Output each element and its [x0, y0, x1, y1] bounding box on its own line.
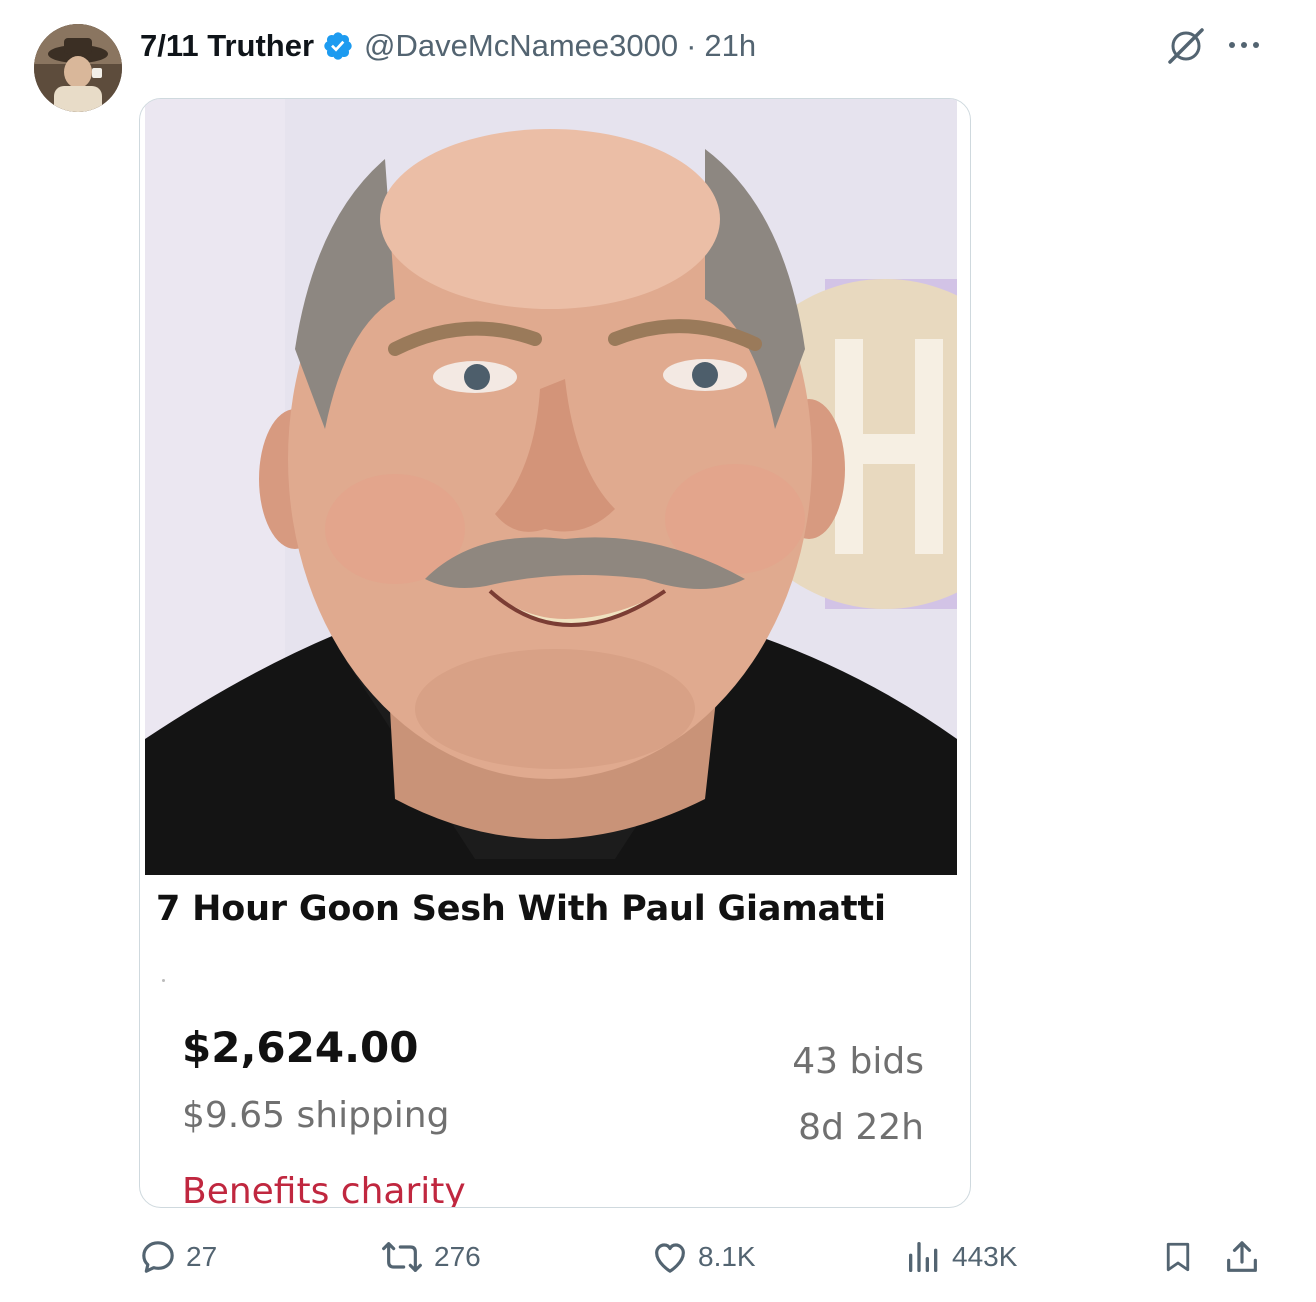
bookmark-icon: [1160, 1237, 1196, 1277]
share-icon: [1222, 1237, 1262, 1277]
listing-price: $2,624.00: [182, 1023, 419, 1072]
listing-title: 7 Hour Goon Sesh With Paul Giamatti: [156, 889, 886, 929]
more-options-icon[interactable]: [1224, 30, 1264, 60]
views-button[interactable]: 443K: [904, 1232, 1017, 1282]
views-count: 443K: [952, 1241, 1018, 1272]
reply-count: 27: [186, 1241, 218, 1272]
listing-photo: [145, 99, 957, 875]
repost-button[interactable]: 276: [378, 1232, 481, 1282]
reply-icon: [138, 1237, 178, 1277]
post-timestamp[interactable]: 21h: [704, 28, 756, 64]
author-handle[interactable]: @DaveMcNamee3000: [364, 28, 678, 64]
share-button[interactable]: [1222, 1232, 1262, 1282]
author-avatar[interactable]: [34, 24, 122, 112]
decorative-dot: [162, 979, 165, 982]
like-button[interactable]: 8.1K: [650, 1232, 756, 1282]
like-count: 8.1K: [698, 1241, 756, 1272]
like-icon: [650, 1237, 690, 1277]
views-icon: [904, 1237, 944, 1277]
listing-bids: 43 bids: [792, 1041, 924, 1082]
repost-icon: [378, 1237, 426, 1277]
media-card[interactable]: 7 Hour Goon Sesh With Paul Giamatti $2,6…: [139, 98, 971, 1208]
post-header: 7/11 Truther @DaveMcNamee3000 · 21h: [140, 26, 756, 66]
author-display-name[interactable]: 7/11 Truther: [140, 28, 314, 64]
listing-shipping: $9.65 shipping: [182, 1095, 450, 1136]
avatar-image: [34, 24, 122, 112]
verified-badge-icon[interactable]: [322, 30, 354, 62]
reply-button[interactable]: 27: [138, 1232, 217, 1282]
repost-count: 276: [434, 1241, 481, 1272]
bookmark-button[interactable]: [1160, 1232, 1196, 1282]
grok-icon[interactable]: [1164, 24, 1208, 68]
listing-charity: Benefits charity: [182, 1171, 466, 1208]
listing-time-left: 8d 22h: [798, 1107, 924, 1148]
separator-dot: ·: [686, 28, 697, 63]
